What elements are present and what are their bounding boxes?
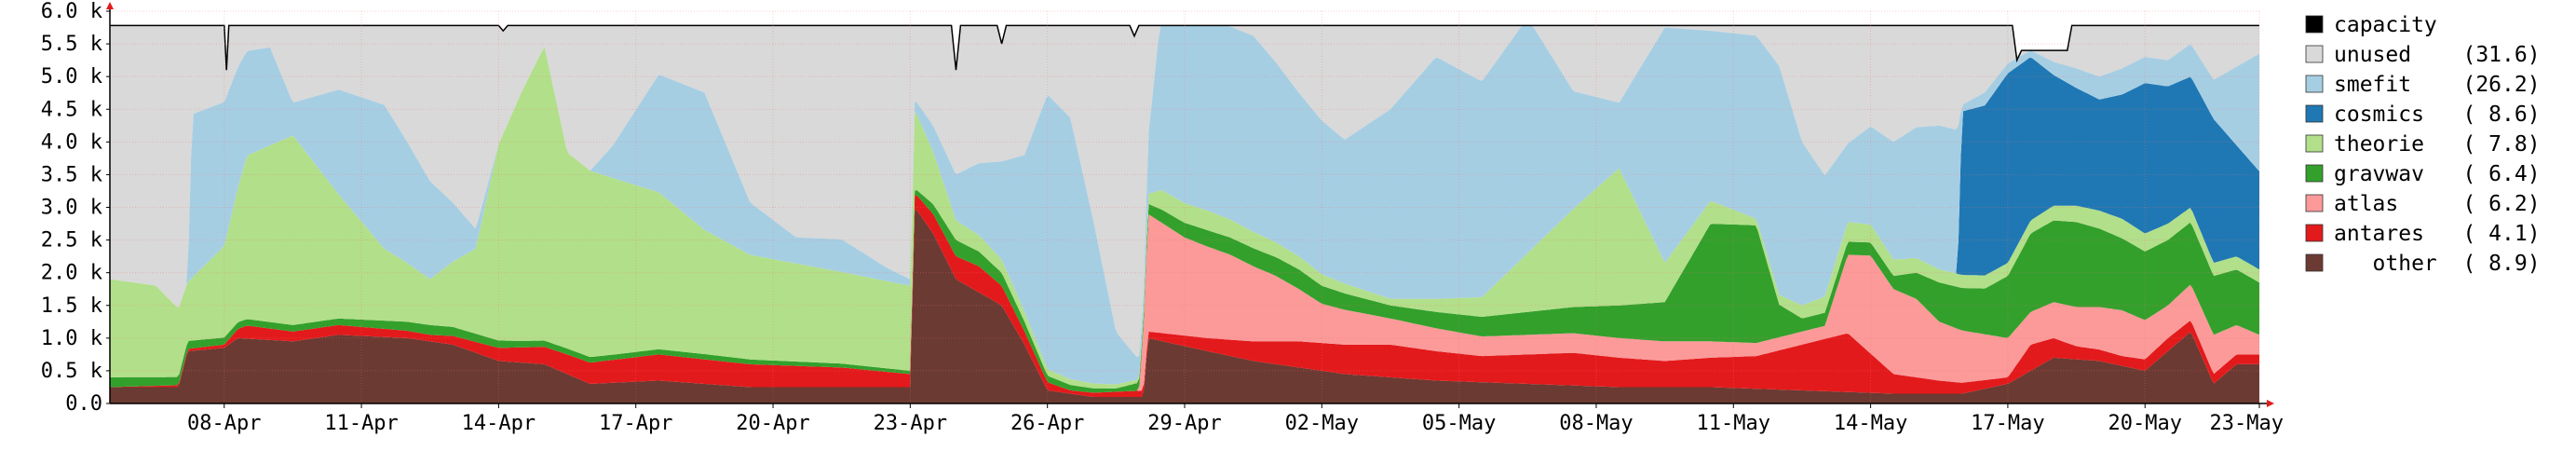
legend-label-smefit: smefit (26.2): [2334, 73, 2541, 97]
x-tick-label: 20-May: [2108, 412, 2181, 435]
x-tick-label: 29-Apr: [1147, 412, 1221, 435]
x-tick-label: 11-Apr: [324, 412, 398, 435]
legend-label-unused: unused (31.6): [2334, 43, 2541, 67]
legend-swatch-gravwav: [2305, 164, 2324, 183]
legend-label-theorie: theorie ( 7.8): [2334, 132, 2541, 157]
y-tick-label: 0.0: [65, 392, 102, 416]
legend-label-capacity: capacity: [2334, 13, 2462, 37]
y-tick-label: 4.5 k: [41, 98, 102, 121]
y-tick-label: 1.0 k: [41, 327, 102, 350]
x-tick-label: 08-Apr: [187, 412, 261, 435]
legend-swatch-other: [2305, 253, 2324, 272]
y-axis-arrow: [106, 2, 114, 9]
legend-swatch-unused: [2305, 45, 2324, 63]
x-tick-label: 05-May: [1422, 412, 1496, 435]
x-tick-label: 23-Apr: [874, 412, 947, 435]
x-tick-label: 14-Apr: [462, 412, 536, 435]
y-tick-label: 3.5 k: [41, 163, 102, 186]
y-tick-label: 4.0 k: [41, 130, 102, 154]
legend-label-atlas: atlas ( 6.2): [2334, 192, 2541, 216]
y-tick-label: 2.5 k: [41, 229, 102, 253]
x-tick-label: 23-May: [2210, 412, 2284, 435]
x-tick-label: 08-May: [1559, 412, 1633, 435]
legend-swatch-smefit: [2305, 75, 2324, 93]
x-tick-label: 17-May: [1971, 412, 2044, 435]
x-tick-label: 14-May: [1834, 412, 1907, 435]
legend: capacity unused (31.6) smefit (26.2) cosmi…: [2305, 13, 2541, 276]
legend-swatch-cosmics: [2305, 104, 2324, 123]
y-tick-label: 3.0 k: [41, 197, 102, 220]
x-tick-label: 11-May: [1697, 412, 1770, 435]
legend-label-antares: antares ( 4.1): [2334, 222, 2541, 246]
y-tick-label: 2.0 k: [41, 262, 102, 285]
y-tick-label: 5.0 k: [41, 65, 102, 89]
legend-swatch-antares: [2305, 224, 2324, 242]
x-axis-arrow: [2267, 400, 2274, 407]
legend-label-cosmics: cosmics ( 8.6): [2334, 102, 2541, 127]
y-tick-label: 0.5 k: [41, 360, 102, 383]
legend-swatch-capacity: [2305, 15, 2324, 34]
x-tick-label: 17-Apr: [599, 412, 672, 435]
capacity-chart: 0.0 0.5 k 1.0 k 1.5 k 2.0 k 2.5 k 3.0 k 3.5 k 4.…: [0, 0, 2576, 447]
y-tick-label: 1.5 k: [41, 294, 102, 318]
legend-label-other: other ( 8.9): [2334, 252, 2541, 276]
x-tick-label: 02-May: [1285, 412, 1359, 435]
legend-swatch-atlas: [2305, 194, 2324, 212]
stacked-area-chart: 0.0 0.5 k 1.0 k 1.5 k 2.0 k 2.5 k 3.0 k 3.5 k 4.…: [41, 0, 2541, 435]
x-tick-label: 20-Apr: [736, 412, 809, 435]
y-tick-label: 5.5 k: [41, 33, 102, 56]
legend-swatch-theorie: [2305, 134, 2324, 153]
x-tick-label: 26-Apr: [1010, 412, 1084, 435]
y-tick-label: 6.0 k: [41, 0, 102, 23]
legend-label-gravwav: gravwav ( 6.4): [2334, 162, 2541, 186]
